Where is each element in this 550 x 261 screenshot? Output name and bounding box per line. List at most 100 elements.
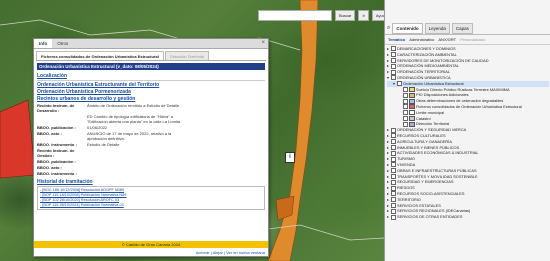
layer-item[interactable]: ▸ SERVICIOS DE OTRAS ENTIDADES bbox=[387, 214, 549, 220]
panel-subtabs: Temático Administrativo ANX/ORT Personal… bbox=[385, 35, 550, 45]
attr-value: ANUNCIO de 17 de mayo de 2022, relativo … bbox=[87, 131, 172, 141]
layer-tree: ▸ DEMARCACIONES Y DOMINIOS ▸ CARACTERIZACIÓ… bbox=[385, 45, 550, 221]
layer-checkbox[interactable] bbox=[403, 98, 408, 104]
attr-value: 01/06/2022 bbox=[87, 125, 108, 130]
layer-checkbox[interactable] bbox=[391, 57, 396, 63]
popup-footer: © Cabildo de Gran Canaria 2024 bbox=[34, 241, 268, 248]
attr-value bbox=[87, 165, 187, 170]
layer-checkbox[interactable] bbox=[391, 156, 396, 162]
layer-checkbox[interactable] bbox=[391, 133, 396, 139]
layer-checkbox[interactable] bbox=[391, 63, 396, 69]
layer-checkbox[interactable] bbox=[391, 202, 396, 208]
attr-row: BBOO. instrumento : bbox=[37, 171, 265, 176]
subtab-ficheros[interactable]: Ficheros consolidados de Ordenación Urba… bbox=[36, 51, 164, 60]
popup-tabs: Info Otros bbox=[34, 39, 268, 49]
subtab-tematico[interactable]: Temático bbox=[388, 37, 405, 42]
layer-checkbox[interactable] bbox=[391, 46, 396, 52]
subtab-anx[interactable]: ANX/ORT bbox=[438, 37, 456, 42]
layer-checkbox[interactable] bbox=[391, 52, 396, 58]
layer-checkbox[interactable] bbox=[391, 214, 396, 220]
attr-key: BBOO. publicación : bbox=[37, 159, 76, 164]
layer-checkbox[interactable] bbox=[391, 191, 396, 197]
history-title[interactable]: Historial de tramitación bbox=[37, 179, 265, 185]
history-item[interactable]: - [BOP 115 28/10/2024] Publicación Norma… bbox=[40, 203, 262, 208]
layer-checkbox[interactable] bbox=[391, 185, 396, 191]
layer-checkbox[interactable] bbox=[391, 139, 396, 145]
attr-row: BBOO. acto : ANUNCIO de 17 de mayo de 202… bbox=[37, 131, 265, 141]
legend-swatch-icon bbox=[409, 121, 415, 127]
legend-swatch-icon bbox=[409, 92, 415, 98]
attr-key bbox=[37, 114, 87, 124]
layer-checkbox[interactable] bbox=[391, 208, 396, 214]
search-icon[interactable]: ⌕ bbox=[387, 25, 390, 32]
subtab-personalizado[interactable]: Personalizado bbox=[460, 37, 485, 42]
tab-leyenda[interactable]: Leyenda bbox=[424, 22, 450, 34]
layer-checkbox[interactable] bbox=[403, 86, 408, 92]
tab-contenido[interactable]: Contenido bbox=[392, 22, 423, 34]
attr-row: BBOO. publicación : 01/06/2022 bbox=[37, 125, 265, 130]
attr-value: Estudio de Detalle bbox=[87, 142, 120, 147]
attr-key: BBOO. instrumento : bbox=[37, 171, 77, 176]
info-marker[interactable]: i bbox=[285, 152, 295, 163]
attr-value: ED Cambio de tipología edificatoria de "… bbox=[87, 114, 181, 124]
attr-key: BBOO. acto : bbox=[37, 131, 62, 136]
history-list: - [BOC 185 10/12/2008] Resolución ADGPF … bbox=[37, 186, 265, 210]
link-pormenorizada[interactable]: Ordenación Urbanística Pormenorizada bbox=[37, 89, 265, 95]
popup-footer-links[interactable]: Acercar | Alejar | Ver en nueva ventana bbox=[196, 250, 265, 255]
map-toolbar: Buscar Ir Ayuda bbox=[258, 9, 392, 22]
layer-checkbox[interactable] bbox=[403, 115, 408, 121]
attr-row: Recinto Instrum. de Desarrollo : Ámbito d… bbox=[37, 103, 265, 113]
subtab-administrativo[interactable]: Administrativo bbox=[409, 37, 434, 42]
attr-value bbox=[87, 148, 187, 158]
layer-checkbox[interactable] bbox=[403, 104, 408, 110]
layer-checkbox[interactable] bbox=[403, 92, 408, 98]
link-estructurante[interactable]: Ordenación Urbanística Estructurante del… bbox=[37, 82, 265, 88]
legend-swatch-icon bbox=[409, 86, 415, 92]
layer-checkbox[interactable] bbox=[391, 173, 396, 179]
link-recintos[interactable]: Recintos urbanos de desarrollo y gestión bbox=[37, 96, 265, 102]
attr-row: Recinto Instrum. de Gestión : bbox=[37, 148, 265, 158]
subtab-direccion[interactable]: Dirección Territorial bbox=[164, 51, 209, 60]
attr-key: Recinto Instrum. de Desarrollo : bbox=[37, 103, 75, 113]
layer-checkbox[interactable] bbox=[391, 168, 396, 174]
tab-capas[interactable]: Capas bbox=[451, 22, 473, 34]
search-button[interactable]: Buscar bbox=[335, 10, 356, 21]
panel-tabs: ⌕ Contenido Leyenda Capas bbox=[385, 22, 550, 35]
tab-otros[interactable]: Otros bbox=[52, 39, 73, 48]
attr-row: BBOO. acto : bbox=[37, 165, 265, 170]
layer-checkbox[interactable] bbox=[397, 81, 402, 87]
go-button[interactable]: Ir bbox=[358, 10, 369, 21]
tab-info[interactable]: Info bbox=[34, 39, 53, 48]
attr-key: Recinto Instrum. de Gestión : bbox=[37, 148, 75, 158]
layer-checkbox[interactable] bbox=[391, 197, 396, 203]
attr-row: BBOO. instrumento : Estudio de Detalle bbox=[37, 142, 265, 147]
legend-swatch-icon bbox=[409, 115, 415, 121]
legend-swatch-icon bbox=[409, 104, 415, 110]
layer-checkbox[interactable] bbox=[391, 127, 396, 133]
zone-red-left bbox=[0, 99, 36, 179]
link-localizacion[interactable]: Localización bbox=[37, 73, 265, 79]
attr-value bbox=[87, 159, 187, 164]
layer-checkbox[interactable] bbox=[391, 75, 396, 81]
close-icon[interactable]: × bbox=[261, 40, 265, 46]
attr-row: BBOO. publicación : bbox=[37, 159, 265, 164]
popup-body: Ordenación Urbanística Estructural (v_da… bbox=[34, 61, 268, 212]
search-input[interactable] bbox=[258, 10, 332, 21]
attr-value: Ámbito de Ordenación remitido a Estudio … bbox=[87, 103, 180, 108]
attr-key: BBOO. publicación : bbox=[37, 125, 76, 130]
layers-panel: ⌕ Contenido Leyenda Capas Temático Admin… bbox=[384, 0, 550, 261]
layer-checkbox[interactable] bbox=[403, 121, 408, 127]
layer-checkbox[interactable] bbox=[403, 110, 408, 116]
attr-key: BBOO. instrumento : bbox=[37, 142, 77, 147]
legend-swatch-icon bbox=[409, 98, 415, 104]
zone-orange-strip bbox=[267, 0, 319, 261]
attr-value bbox=[87, 171, 187, 176]
layer-checkbox[interactable] bbox=[391, 69, 396, 75]
layer-checkbox[interactable] bbox=[391, 144, 396, 150]
attr-key: BBOO. acto : bbox=[37, 165, 62, 170]
info-popup: Info Otros × Ficheros consolidados de Or… bbox=[33, 38, 269, 257]
section-title: Ordenación Urbanística Estructural (v_da… bbox=[37, 63, 265, 70]
layer-checkbox[interactable] bbox=[391, 150, 396, 156]
layer-checkbox[interactable] bbox=[391, 179, 396, 185]
layer-checkbox[interactable] bbox=[391, 162, 396, 168]
